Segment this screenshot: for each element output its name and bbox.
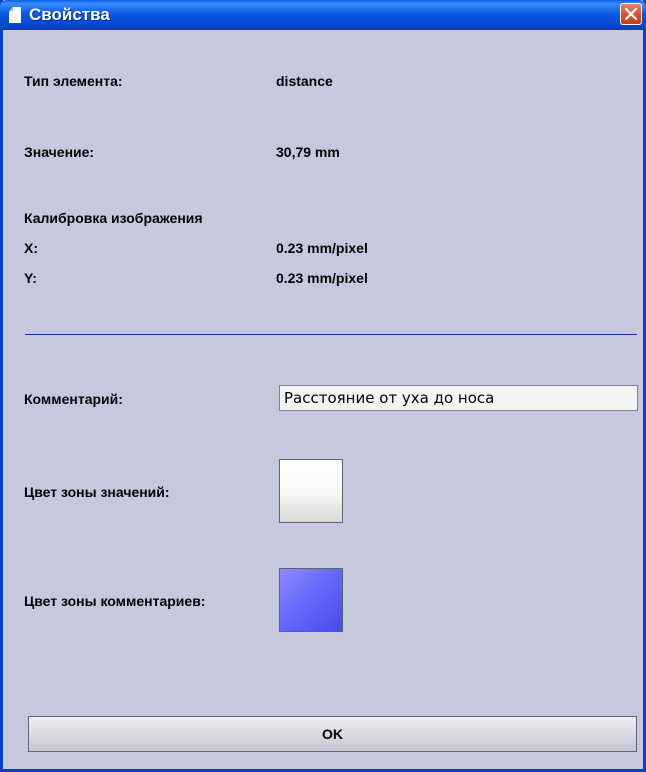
properties-dialog: Свойства Тип элемента: distance Значение… bbox=[0, 0, 646, 772]
document-icon bbox=[9, 7, 21, 23]
calibration-heading: Калибровка изображения bbox=[24, 210, 203, 226]
section-divider bbox=[25, 334, 637, 335]
values-zone-color-button[interactable] bbox=[279, 459, 343, 523]
ok-button[interactable]: OK bbox=[28, 716, 637, 752]
close-icon bbox=[625, 8, 637, 20]
measurement-value-label: Значение: bbox=[24, 144, 95, 160]
close-button[interactable] bbox=[620, 3, 642, 25]
element-type-value: distance bbox=[276, 73, 333, 89]
calibration-y-value: 0.23 mm/pixel bbox=[276, 270, 368, 286]
calibration-x-label: X: bbox=[24, 240, 38, 256]
comment-label: Комментарий: bbox=[24, 391, 123, 407]
calibration-x-value: 0.23 mm/pixel bbox=[276, 240, 368, 256]
calibration-y-label: Y: bbox=[24, 270, 37, 286]
comments-zone-color-button[interactable] bbox=[279, 568, 343, 632]
measurement-value: 30,79 mm bbox=[276, 144, 340, 160]
comments-zone-color-label: Цвет зоны комментариев: bbox=[24, 593, 206, 609]
values-zone-color-label: Цвет зоны значений: bbox=[24, 484, 170, 500]
title-bar[interactable]: Свойства bbox=[0, 0, 646, 30]
element-type-label: Тип элемента: bbox=[24, 73, 123, 89]
comment-input[interactable] bbox=[279, 385, 638, 411]
window-title: Свойства bbox=[29, 5, 110, 24]
